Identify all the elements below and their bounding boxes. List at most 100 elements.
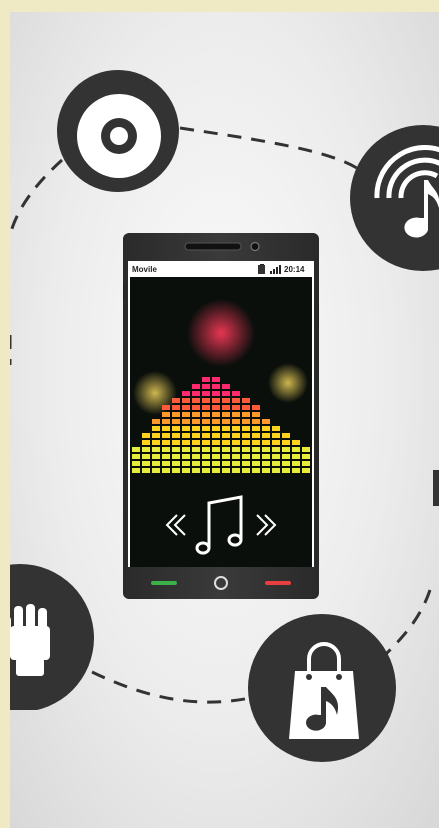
equalizer-segment	[212, 419, 220, 424]
equalizer-segment	[202, 398, 210, 403]
clock: 20:14	[284, 265, 305, 274]
equalizer-segment	[232, 447, 240, 452]
equalizer-segment	[162, 405, 170, 410]
equalizer-segment	[232, 461, 240, 466]
equalizer-segment	[202, 447, 210, 452]
smartphone: Movile 20:14	[123, 233, 319, 599]
equalizer-segment	[172, 426, 180, 431]
equalizer-segment	[262, 468, 270, 473]
equalizer-segment	[152, 419, 160, 424]
carrier-label: Movile	[132, 265, 157, 274]
equalizer-segment	[292, 461, 300, 466]
equalizer-segment	[132, 461, 140, 466]
equalizer-segment	[252, 419, 260, 424]
equalizer-segment	[272, 447, 280, 452]
equalizer-segment	[272, 426, 280, 431]
equalizer-segment	[262, 426, 270, 431]
equalizer-segment	[152, 454, 160, 459]
equalizer-segment	[222, 468, 230, 473]
equalizer-segment	[182, 433, 190, 438]
equalizer-segment	[222, 419, 230, 424]
equalizer-segment	[212, 405, 220, 410]
equalizer-segment	[162, 440, 170, 445]
equalizer-segment	[182, 454, 190, 459]
equalizer-segment	[222, 412, 230, 417]
equalizer-segment	[182, 440, 190, 445]
equalizer-segment	[222, 398, 230, 403]
equalizer-segment	[232, 405, 240, 410]
battery-icon	[257, 264, 269, 274]
equalizer-segment	[142, 454, 150, 459]
equalizer-segment	[172, 433, 180, 438]
equalizer-segment	[142, 468, 150, 473]
equalizer-segment	[202, 426, 210, 431]
equalizer-segment	[232, 398, 240, 403]
equalizer-segment	[212, 454, 220, 459]
equalizer-segment	[282, 454, 290, 459]
equalizer-segment	[202, 468, 210, 473]
equalizer-segment	[162, 468, 170, 473]
equalizer-segment	[252, 426, 260, 431]
equalizer-segment	[182, 447, 190, 452]
equalizer-segment	[232, 412, 240, 417]
equalizer-segment	[262, 461, 270, 466]
equalizer-segment	[172, 412, 180, 417]
partial-circle	[0, 335, 10, 375]
equalizer-segment	[252, 461, 260, 466]
equalizer-segment	[212, 384, 220, 389]
equalizer-segment	[222, 447, 230, 452]
partial-circle-right	[433, 470, 439, 506]
equalizer-segment	[212, 377, 220, 382]
equalizer-segment	[152, 426, 160, 431]
equalizer-segment	[162, 412, 170, 417]
poster: Movile 20:14	[0, 0, 439, 828]
equalizer-segment	[142, 447, 150, 452]
equalizer-segment	[252, 405, 260, 410]
equalizer-segment	[262, 419, 270, 424]
equalizer-segment	[182, 412, 190, 417]
equalizer-segment	[212, 426, 220, 431]
equalizer-segment	[282, 433, 290, 438]
equalizer-segment	[222, 426, 230, 431]
equalizer-segment	[202, 440, 210, 445]
equalizer-segment	[212, 391, 220, 396]
equalizer-segment	[212, 433, 220, 438]
equalizer-segment	[302, 447, 310, 452]
equalizer-segment	[242, 419, 250, 424]
equalizer-segment	[262, 440, 270, 445]
equalizer-segment	[262, 433, 270, 438]
equalizer-segment	[192, 426, 200, 431]
cd-icon	[57, 70, 179, 192]
equalizer-segment	[202, 377, 210, 382]
pointer-hand-icon	[0, 564, 94, 710]
equalizer-segment	[252, 454, 260, 459]
equalizer-segment	[222, 440, 230, 445]
equalizer-segment	[182, 398, 190, 403]
equalizer-segment	[202, 391, 210, 396]
equalizer-segment	[212, 447, 220, 452]
equalizer-segment	[202, 384, 210, 389]
equalizer-segment	[242, 468, 250, 473]
equalizer-segment	[292, 454, 300, 459]
equalizer-segment	[192, 391, 200, 396]
equalizer-segment	[262, 454, 270, 459]
equalizer-segment	[242, 447, 250, 452]
equalizer-segment	[302, 468, 310, 473]
equalizer-segment	[282, 468, 290, 473]
equalizer-segment	[212, 468, 220, 473]
equalizer-segment	[242, 454, 250, 459]
equalizer-segment	[242, 412, 250, 417]
equalizer-segment	[202, 405, 210, 410]
equalizer-segment	[152, 461, 160, 466]
equalizer-segment	[172, 440, 180, 445]
equalizer-segment	[242, 398, 250, 403]
equalizer-segment	[282, 440, 290, 445]
equalizer-segment	[182, 405, 190, 410]
equalizer-segment	[152, 468, 160, 473]
call-button	[151, 581, 177, 585]
equalizer-segment	[232, 433, 240, 438]
equalizer-segment	[302, 454, 310, 459]
equalizer-segment	[222, 391, 230, 396]
equalizer-segment	[172, 419, 180, 424]
equalizer-segment	[182, 468, 190, 473]
